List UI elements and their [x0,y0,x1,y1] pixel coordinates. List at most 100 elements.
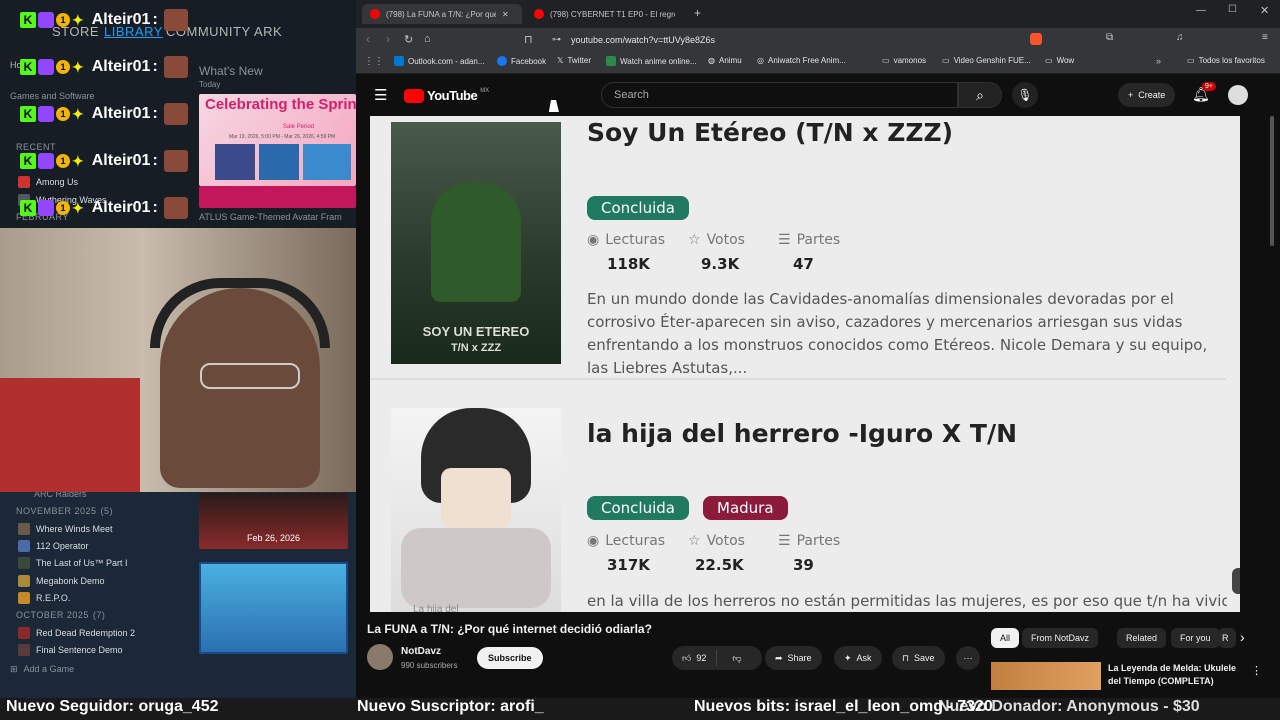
cover-title-2: La hija del [413,604,459,612]
tab-la-funa[interactable]: (798) La FUNA a T/N: ¿Por qué in ✕ [362,4,522,24]
overlay-colon: : [152,105,158,122]
bookmark-facebook[interactable]: Facebook [497,56,546,66]
atlus-banner[interactable] [199,186,356,208]
search-input[interactable]: Search [601,82,958,108]
chip-for-you[interactable]: For you [1171,628,1220,648]
account-avatar[interactable] [1228,85,1248,105]
chip-from-notdavz[interactable]: From NotDavz [1022,628,1099,648]
subscribe-button[interactable]: Subscribe [477,647,543,669]
bookmark-icon[interactable]: ⊓ [524,33,533,46]
steam-game-megabonk[interactable]: Megabonk Demo [18,575,105,587]
megabonk-icon [18,575,30,587]
save-button[interactable]: ⊓ Save [892,646,945,670]
spring-sale-banner[interactable]: Celebrating the Spring Sale Period Mar 1… [199,94,366,186]
close-tab-icon[interactable]: ✕ [502,10,509,19]
like-button[interactable]: 👍︎ 92 [672,650,718,666]
site-info-icon[interactable]: ⊶ [552,34,561,45]
ticker-follower: Nuevo Seguidor: oruga_452 [6,698,219,715]
apps-icon[interactable]: ⋮⋮ [364,56,384,67]
music-icon[interactable]: ♫ [1176,32,1184,43]
steam-nav-ark[interactable]: ARK [254,24,282,39]
youtube-logo[interactable]: YouTube MX [404,88,489,103]
bookmark-aniwatch[interactable]: ◎ Aniwatch Free Anim... [757,56,846,65]
steam-games-filter[interactable]: Games and Software [10,91,95,101]
steam-game-rdr2[interactable]: Red Dead Redemption 2 [18,627,135,639]
new-tab-icon[interactable]: + [694,6,701,20]
bookmark-twitter[interactable]: 𝕏 Twitter [557,56,591,65]
steam-add-game[interactable]: ⊞ Add a Game [10,664,74,675]
steam-game-repo[interactable]: R.E.P.O. [18,592,70,604]
chevron-right-icon[interactable]: › [1240,629,1245,645]
extensions-icon[interactable]: ⧉ [1106,32,1113,43]
channel-avatar[interactable] [367,644,393,670]
bookmark-wow[interactable]: ▭ Wow [1045,56,1074,65]
forward-icon[interactable]: › [386,32,390,46]
steam-game-112-operator[interactable]: 112 Operator [18,540,88,552]
steam-game-among-us[interactable]: Among Us [18,176,78,188]
close-window-icon[interactable]: ✕ [1260,4,1269,17]
chip-related[interactable]: Related [1117,628,1167,648]
overlay-colon: : [152,58,158,75]
steam-section-november: NOVEMBER 2025 (5) [16,506,114,516]
reload-icon[interactable]: ↻ [404,33,413,46]
chip-all[interactable]: All [991,628,1020,648]
hamburger-menu-icon[interactable]: ☰ [374,86,387,104]
stat-partes-label: ☰ Partes [778,533,841,549]
eye-icon: ◉ [587,533,600,549]
tab-strip: (798) La FUNA a T/N: ¿Por qué in ✕ (798)… [356,0,1280,28]
chip-overflow[interactable]: R [1218,628,1236,648]
more-actions-button[interactable]: ⋯ [956,646,980,670]
bookmark-vamonos[interactable]: ▭ vamonos [882,56,926,65]
overlay-username: Alteir01 [91,58,151,75]
youtube-favicon [370,9,380,19]
menu-icon[interactable]: ≡ [1262,32,1268,43]
create-button[interactable]: + Create [1118,83,1176,107]
steam-game-where-winds-meet[interactable]: Where Winds Meet [18,523,113,535]
url-field[interactable]: ⊶ youtube.com/watch?v=ttUVy8e8Z6s [544,30,1024,50]
bookmark-animu[interactable]: ◍ Animu [708,56,742,65]
search-button[interactable]: ⌕ [958,82,1002,108]
stat-lecturas-label: ◉ Lecturas [587,232,666,248]
steam-whats-new: What's New [199,64,263,78]
kick-icon: K [20,153,36,169]
maximize-icon[interactable]: ☐ [1228,4,1237,15]
steam-game-final-sentence[interactable]: Final Sentence Demo [18,644,123,656]
minimize-icon[interactable]: — [1196,5,1206,16]
star-icon: ✦ [72,105,84,122]
stream-overlay-row-3: K 1 ✦ Alteir01: [20,102,188,126]
bookmark-video-genshin[interactable]: ▭ Video Genshin FUE... [942,56,1031,65]
home-icon[interactable]: ⌂ [424,33,431,45]
video-player[interactable]: SOY UN ETEREO T/N x ZZZ Soy Un Etéreo (T… [370,116,1240,612]
plus-icon: + [1128,90,1134,100]
all-bookmarks[interactable]: ▭ Todos los favoritos [1187,56,1265,65]
more-vert-icon[interactable]: ⋮ [1251,664,1262,677]
recommended-title[interactable]: La Leyenda de Melda: Ukulele del Tiempo … [1108,662,1236,688]
game-news-date: Feb 26, 2026 [246,533,301,543]
scrollbar[interactable] [1270,116,1274,246]
more-bookmarks-icon[interactable]: » [1156,56,1161,66]
star-icon: ☆ [688,533,701,549]
channel-name[interactable]: NotDavz [401,646,441,657]
game-art-thumb[interactable] [199,562,348,654]
stat-partes-value: 47 [793,255,814,273]
share-button[interactable]: ➦ Share [765,646,822,670]
rank-badge: 1 [56,154,70,168]
game-news-thumb[interactable]: Feb 26, 2026 [199,493,348,549]
folder-icon: ▭ [942,56,950,65]
steam-game-last-of-us[interactable]: The Last of Us™ Part I [18,557,128,569]
badge-icon [38,200,54,216]
tab-cybernet[interactable]: (798) CYBERNET T1 EP0 - El regreso [526,4,686,24]
bookmark-outlook[interactable]: Outlook.com - adan... [394,56,484,66]
like-dislike-group: 👍︎ 92 👎︎ [672,646,762,670]
dislike-button[interactable]: 👎︎ [722,653,751,664]
back-icon[interactable]: ‹ [366,32,370,46]
stat-votos-value: 9.3K [701,255,740,273]
bookmark-watch-anime[interactable]: Watch anime online... [606,56,697,66]
kick-icon: K [20,59,36,75]
voice-search-button[interactable]: 🎙︎ [1012,82,1038,108]
brave-shield-icon[interactable] [1030,33,1042,45]
among-us-icon [18,176,30,188]
ask-button[interactable]: ✦ Ask [834,646,882,670]
story-cover-1: SOY UN ETEREO T/N x ZZZ [391,122,561,364]
recommended-thumbnail[interactable] [991,662,1101,690]
